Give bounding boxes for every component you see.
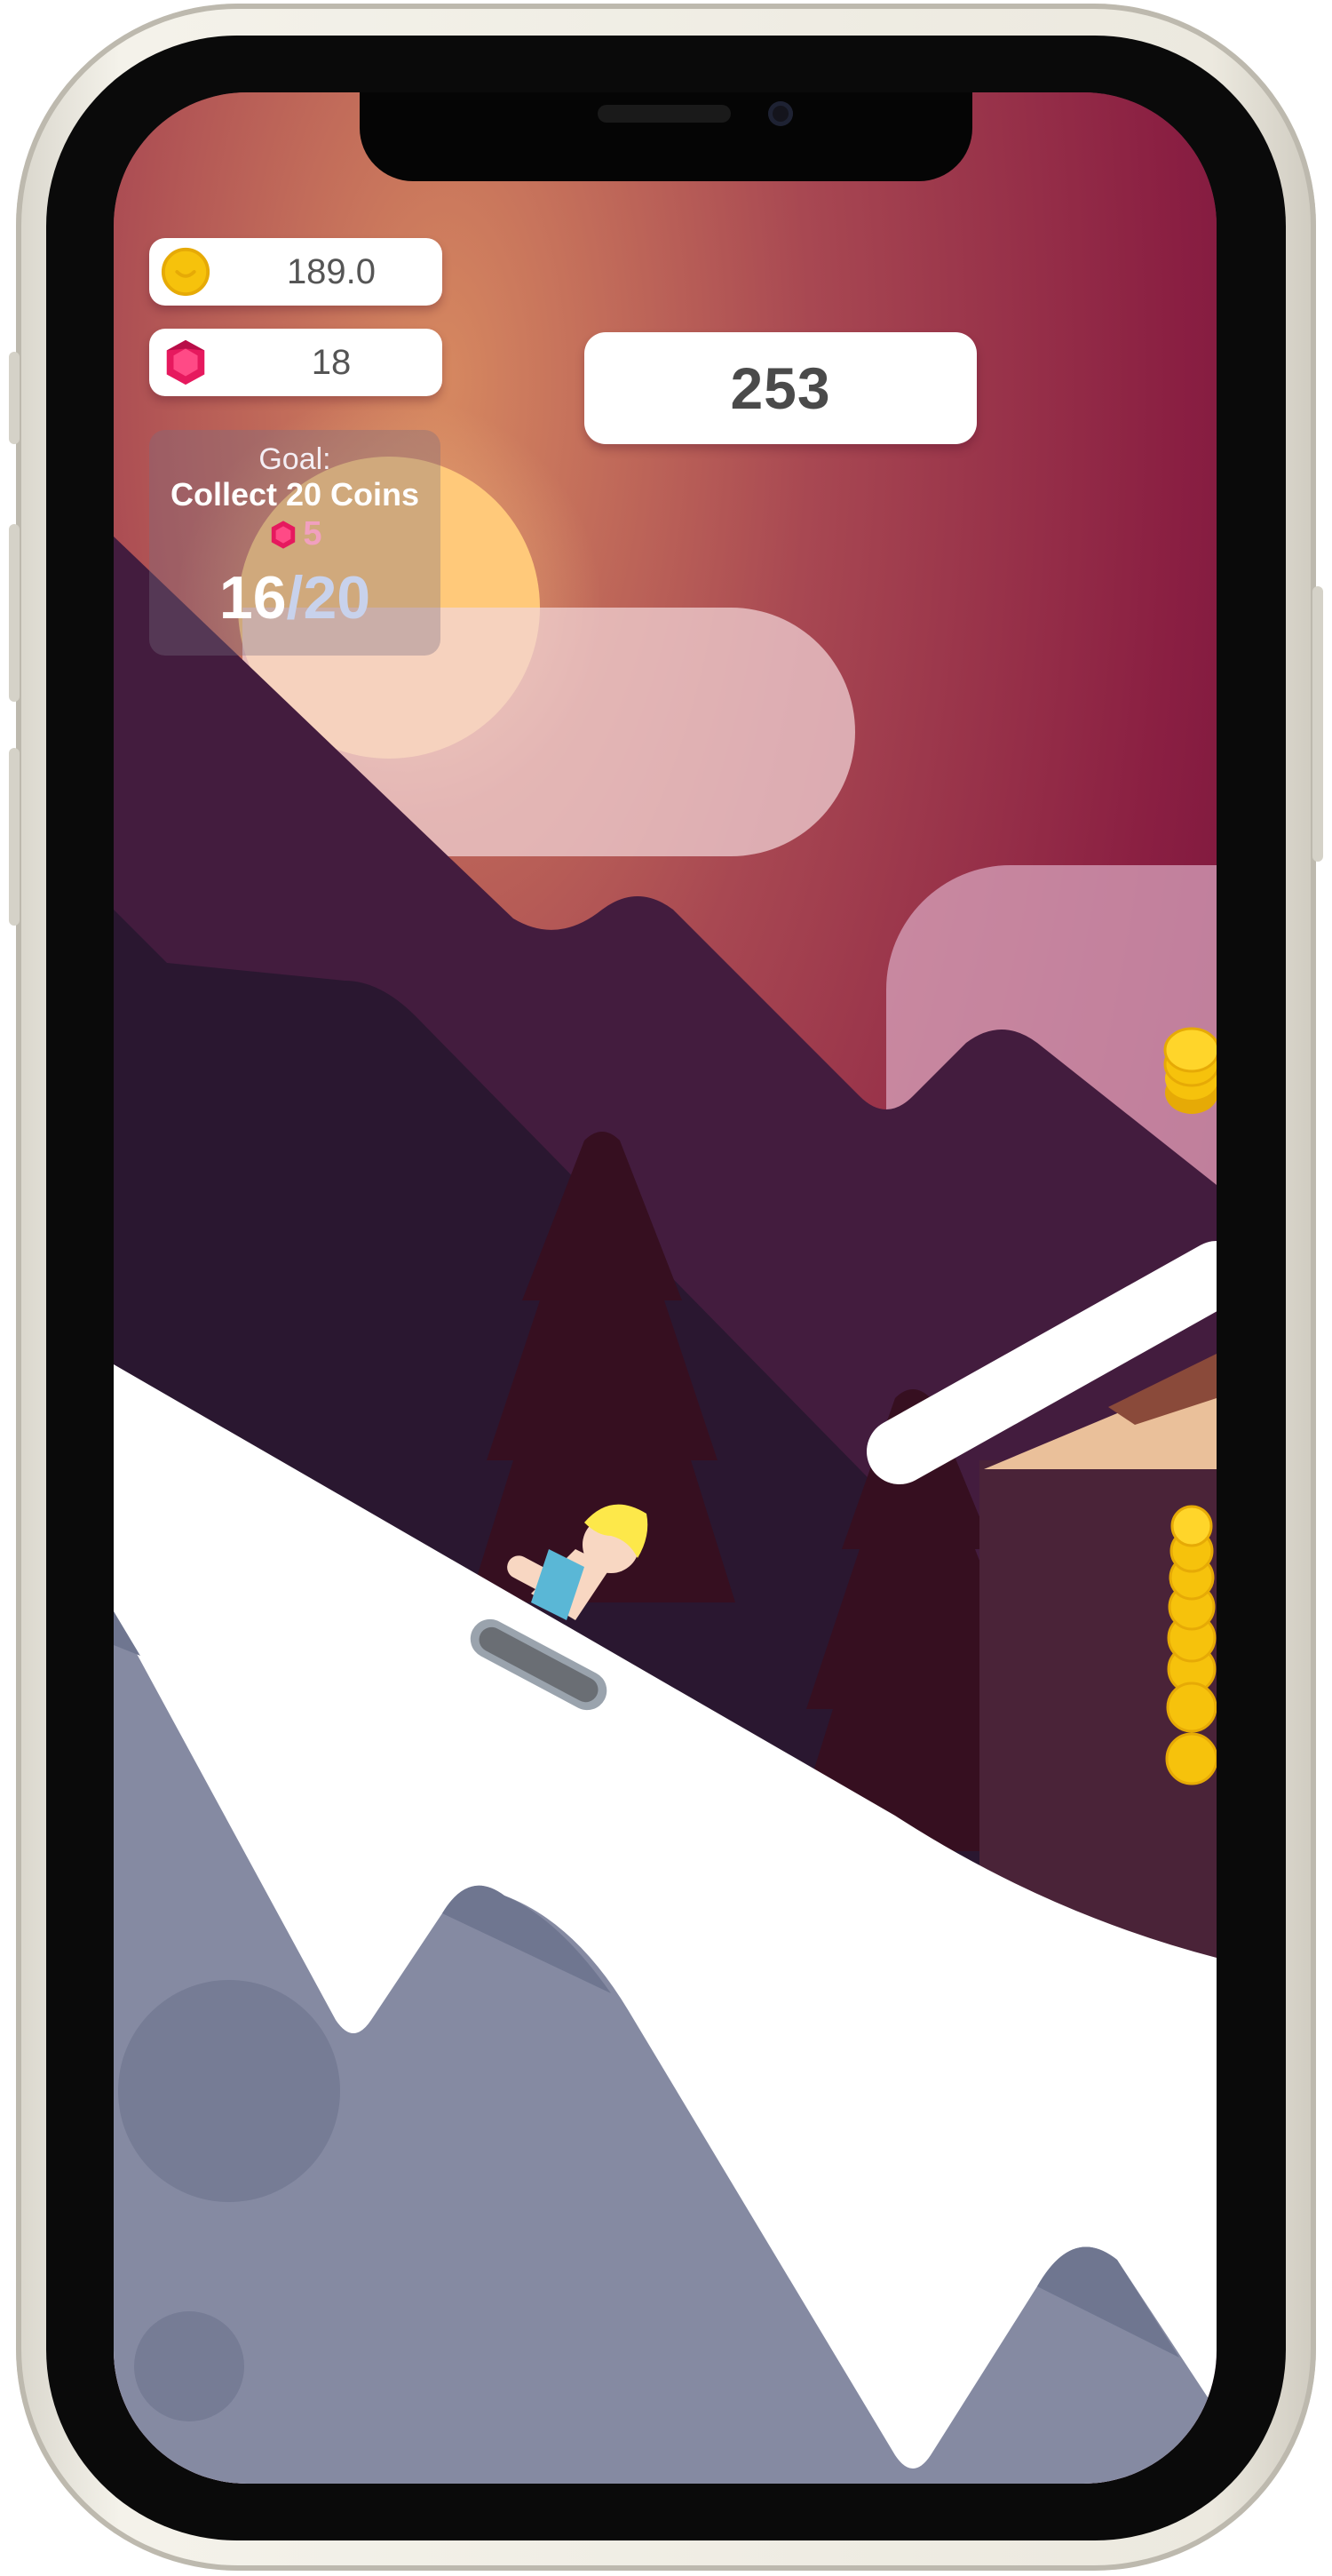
- speaker-grille: [598, 105, 731, 123]
- goal-progress-separator: /: [286, 564, 304, 632]
- goal-progress-current: 16: [218, 564, 287, 632]
- coins-counter: 189.0: [149, 238, 442, 306]
- gold-coin-icon: [161, 247, 210, 297]
- volume-up-button: [9, 524, 20, 702]
- goal-label: Goal:: [258, 442, 331, 476]
- mute-switch: [9, 352, 20, 444]
- rock-boulder: [118, 1980, 340, 2202]
- gems-value: 18: [311, 342, 352, 382]
- goal-panel: Goal: Collect 20 Coins 5 16/20: [149, 430, 440, 656]
- power-button: [1312, 586, 1323, 862]
- goal-reward: 5: [149, 515, 440, 553]
- gems-counter: 18: [149, 329, 442, 396]
- coin-column-right: [1165, 1505, 1217, 1785]
- goal-reward-value: 5: [303, 515, 322, 553]
- score-display: 253: [584, 332, 977, 444]
- pink-gem-icon: [166, 339, 205, 386]
- coin-stack-upper: [1163, 1027, 1217, 1114]
- goal-progress-target: 20: [303, 564, 371, 632]
- coins-value: 189.0: [286, 251, 377, 291]
- front-camera: [768, 101, 793, 126]
- pink-gem-icon: [272, 520, 296, 549]
- goal-description: Collect 20 Coins: [170, 476, 420, 513]
- score-value: 253: [730, 355, 831, 421]
- volume-down-button: [9, 748, 20, 926]
- rock-pebble: [134, 2311, 244, 2421]
- camera-notch: [360, 92, 972, 181]
- goal-progress: 16/20: [149, 563, 440, 632]
- game-screen[interactable]: 189.0 18 253 Goal: Collect 20 Coins 5 16…: [114, 92, 1217, 2484]
